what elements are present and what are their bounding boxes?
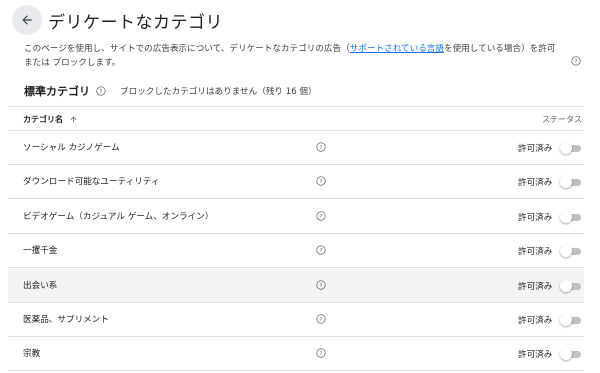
allow-toggle[interactable] [560, 142, 582, 154]
toggle-knob [560, 348, 572, 361]
help-circle-icon[interactable]: ? [316, 211, 326, 221]
toggle-knob [560, 176, 572, 189]
svg-text:?: ? [320, 351, 323, 357]
svg-text:?: ? [320, 248, 323, 254]
table-row: ビデオゲーム（カジュアル ゲーム、オンライン）? 許可済み [8, 200, 584, 234]
svg-text:?: ? [575, 59, 578, 65]
section-title: 標準カテゴリ [24, 85, 90, 98]
allow-toggle[interactable] [560, 348, 582, 361]
description-help-icon[interactable]: ? [571, 51, 581, 70]
table-header: カテゴリ名 ステータス [8, 107, 584, 131]
table-row: ダウンロード可能なユーティリティ? 許可済み [8, 165, 584, 200]
help-circle-icon[interactable]: ? [316, 279, 326, 290]
column-header-name-label: カテゴリ名 [23, 115, 63, 124]
allow-toggle[interactable] [560, 245, 582, 258]
table-row: 出会い系? 許可済み [8, 268, 584, 303]
status-label: 許可済み [518, 212, 553, 223]
category-name: ソーシャル カジノゲーム [23, 143, 120, 153]
toggle-knob [560, 142, 572, 154]
table-row: 一攫千金? 許可済み [8, 234, 584, 269]
svg-text:?: ? [320, 283, 323, 289]
arrow-up-icon [69, 115, 78, 124]
arrow-back-icon [22, 15, 32, 25]
help-circle-icon[interactable]: ? [316, 142, 326, 152]
column-header-name[interactable]: カテゴリ名 [23, 114, 78, 125]
category-name: 一攫千金 [23, 246, 58, 257]
status-label: 許可済み [518, 316, 553, 326]
allow-toggle[interactable] [560, 314, 582, 326]
category-name: ビデオゲーム（カジュアル ゲーム、オンライン） [23, 211, 214, 222]
table-row: 医薬品、サプリメント? 許可済み [8, 303, 584, 337]
section-help-icon[interactable]: ? [96, 86, 106, 96]
svg-text:?: ? [100, 89, 103, 95]
page-description: このページを使用し、サイトでの広告表示について、デリケートなカテゴリの広告（サポ… [24, 42, 564, 70]
svg-text:?: ? [320, 214, 323, 220]
help-circle-icon[interactable]: ? [316, 176, 326, 187]
svg-text:?: ? [320, 179, 323, 185]
help-circle-icon[interactable]: ? [316, 245, 326, 255]
status-label: 許可済み [518, 281, 553, 292]
category-name: 出会い系 [23, 280, 58, 291]
status-label: 許可済み [518, 247, 553, 258]
svg-text:?: ? [320, 145, 323, 151]
allow-toggle[interactable] [560, 176, 582, 189]
status-label: 許可済み [518, 144, 553, 154]
column-header-status: ステータス [542, 115, 582, 124]
table-row: 宗教? 許可済み [8, 337, 584, 372]
category-name: ダウンロード可能なユーティリティ [23, 177, 160, 188]
supported-languages-link[interactable]: サポートされている言語 [350, 44, 444, 54]
help-circle-icon[interactable]: ? [316, 348, 326, 359]
allow-toggle[interactable] [560, 210, 582, 223]
table-row: ソーシャル カジノゲーム? 許可済み [8, 131, 584, 165]
status-label: 許可済み [518, 178, 553, 189]
category-name: 医薬品、サプリメント [23, 315, 109, 325]
section-note: ブロックしたカテゴリはありません（残り 16 個） [120, 87, 317, 97]
page-header: デリケートなカテゴリ [12, 5, 223, 35]
page-title: デリケートなカテゴリ [48, 12, 223, 33]
help-circle-icon[interactable]: ? [316, 314, 326, 324]
section-header: 標準カテゴリ ? ブロックしたカテゴリはありません（残り 16 個） [24, 84, 317, 98]
svg-text:?: ? [320, 317, 323, 323]
status-label: 許可済み [518, 350, 553, 361]
description-text-before: このページを使用し、サイトでの広告表示について、デリケートなカテゴリの広告（ [24, 44, 350, 54]
toggle-knob [560, 210, 572, 223]
toggle-knob [560, 245, 572, 258]
toggle-knob [560, 279, 572, 292]
allow-toggle[interactable] [560, 279, 582, 292]
back-button[interactable] [12, 5, 42, 35]
category-name: 宗教 [23, 349, 41, 360]
toggle-knob [560, 314, 572, 326]
